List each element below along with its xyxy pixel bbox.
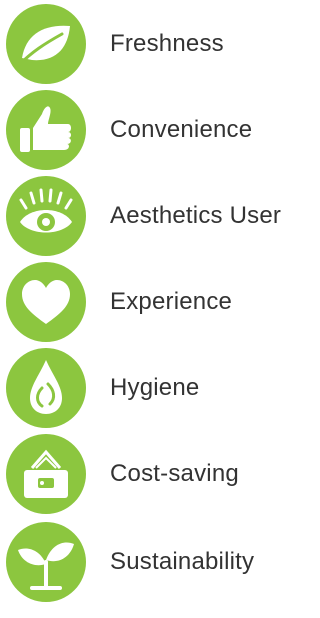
list-item-aesthetics-user: Aesthetics User xyxy=(6,176,316,256)
eye-icon xyxy=(6,176,86,256)
list-item-convenience: Convenience xyxy=(6,90,316,170)
list-item-experience: Experience xyxy=(6,262,316,342)
item-label: Aesthetics User xyxy=(110,202,282,229)
item-label: Sustainability xyxy=(110,548,255,575)
list-item-cost-saving: Cost-saving xyxy=(6,434,316,514)
item-label: Hygiene xyxy=(110,374,200,401)
sprout-icon xyxy=(6,522,86,602)
water-drop-icon xyxy=(6,348,86,428)
list-item-freshness: Freshness xyxy=(6,4,316,84)
item-label: Experience xyxy=(110,288,233,315)
leaf-icon xyxy=(6,4,86,84)
heart-icon xyxy=(6,262,86,342)
benefits-list: Freshness Convenience Aesthetics User Ex… xyxy=(0,0,320,618)
wallet-icon xyxy=(6,434,86,514)
list-item-hygiene: Hygiene xyxy=(6,348,316,428)
item-label: Freshness xyxy=(110,30,224,57)
thumbs-up-icon xyxy=(6,90,86,170)
item-label: Convenience xyxy=(110,116,253,143)
item-label: Cost-saving xyxy=(110,460,239,487)
list-item-sustainability: Sustainability xyxy=(6,522,316,602)
